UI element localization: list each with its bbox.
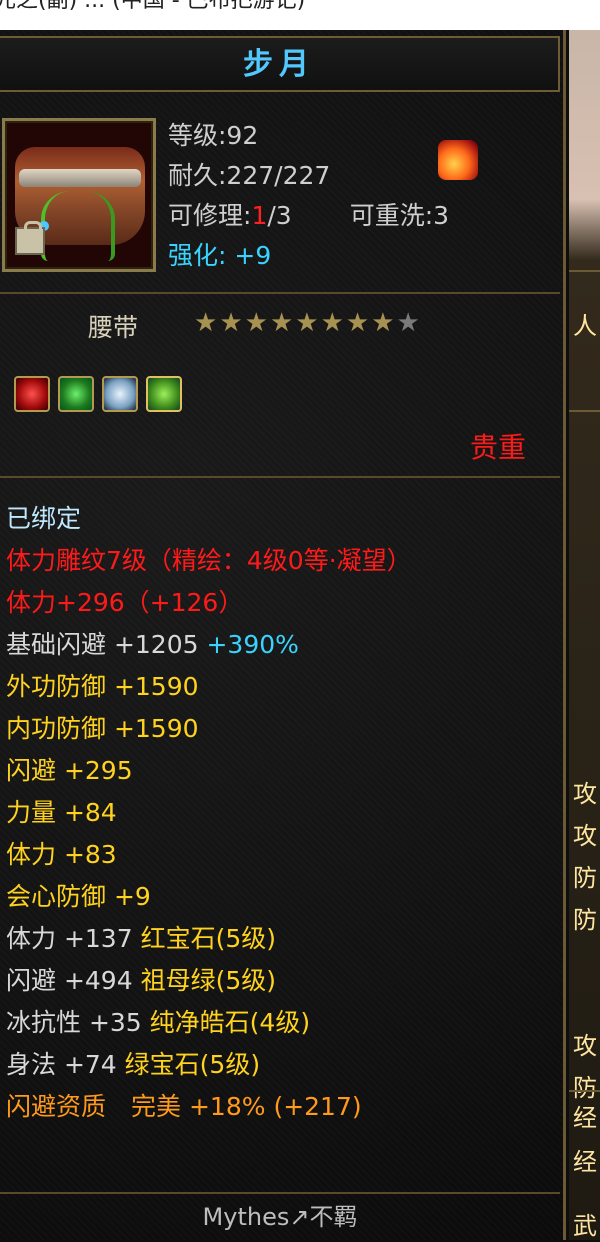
side-fragment: 防	[573, 864, 597, 892]
belt-band	[19, 169, 141, 187]
star-icon: ★	[345, 308, 372, 338]
side-fragment: 攻	[573, 1032, 597, 1060]
divider	[569, 1090, 600, 1092]
side-fragment: 攻	[573, 822, 597, 850]
flame-badge-icon[interactable]	[438, 140, 478, 180]
star-rating: ★★★★★★★★★	[194, 308, 422, 338]
item-info: 等级:92 耐久:227/227 可修理:1/3 可重洗:3 强化: +9	[168, 116, 449, 276]
star-icon: ★	[194, 308, 220, 338]
red-gem-icon[interactable]	[14, 376, 50, 412]
rewash-label: 可重洗:3	[349, 201, 450, 230]
enhance-value: +9	[234, 241, 272, 270]
star-empty-icon: ★	[396, 308, 422, 338]
side-fragment: 武	[573, 1212, 597, 1240]
stat-list: 已绑定 体力雕纹7级（精绘：4级0等·凝望） 体力+296（+126） 基础闪避…	[0, 476, 560, 1178]
gem-stat-line: 身法 +74 绿宝石(5级)	[6, 1050, 261, 1079]
gem-stat-line: 体力 +137 红宝石(5级)	[6, 924, 276, 953]
repair-label: 可修理:	[168, 201, 252, 230]
stat-line: 外功防御 +1590	[6, 672, 199, 701]
divider	[569, 410, 600, 412]
side-fragment: 经	[573, 1104, 597, 1132]
player-signature: Mythes↗不羁	[202, 1203, 358, 1231]
repair-total: /3	[267, 201, 292, 230]
bound-status: 已绑定	[6, 504, 82, 533]
item-quality: 贵重	[469, 431, 526, 464]
side-fragment: 人	[573, 312, 597, 340]
window-title-text: 元之(副) ... (中国 - 巴布把游记)	[0, 0, 306, 13]
item-enhance-row: 强化: +9	[168, 236, 449, 276]
item-name: 步月	[243, 47, 315, 82]
stat-line: 基础闪避 +1205 +390%	[6, 630, 299, 659]
stat-line: 体力雕纹7级（精绘：4级0等·凝望）	[6, 546, 412, 575]
white-gem-icon[interactable]	[102, 376, 139, 412]
item-level: 等级:92	[168, 121, 259, 150]
green-gem-icon[interactable]	[58, 376, 95, 412]
tooltip-title-bar: 步月	[0, 36, 560, 92]
star-icon: ★	[269, 308, 296, 338]
gem-slots	[14, 376, 185, 412]
stat-line: 会心防御 +9	[6, 882, 151, 911]
star-icon: ★	[371, 308, 397, 338]
gem-stat-line: 闪避 +494 祖母绿(5级)	[6, 966, 276, 995]
side-fragment: 攻	[573, 780, 597, 808]
item-repair-row: 可修理:1/3 可重洗:3	[168, 196, 449, 236]
background-window-edge: 人 攻 攻 防 防 攻 防 经 经 武	[569, 30, 600, 1240]
enhance-label: 强化:	[168, 241, 235, 270]
side-fragment: 防	[573, 906, 597, 934]
stat-line: 闪避 +295	[6, 756, 133, 785]
tooltip-footer: Mythes↗不羁	[0, 1192, 560, 1242]
star-icon: ★	[219, 308, 245, 338]
item-icon-frame	[2, 118, 156, 272]
star-icon: ★	[295, 308, 321, 338]
item-type-row: 腰带 ★★★★★★★★★ 贵重	[0, 298, 560, 468]
stat-line: 力量 +84	[6, 798, 117, 827]
star-icon: ★	[320, 308, 346, 338]
stat-line: 体力+296（+126）	[6, 588, 244, 617]
item-durability: 耐久:227/227	[168, 161, 331, 190]
gem-stat-line: 冰抗性 +35 纯净皓石(4级)	[6, 1008, 311, 1037]
repair-current: 1	[251, 201, 268, 230]
belt-tie	[41, 191, 115, 261]
bound-lock-icon	[15, 221, 45, 255]
emerald-gem-icon[interactable]	[146, 376, 183, 412]
item-type: 腰带	[88, 313, 139, 342]
stat-line: 内功防御 +1590	[6, 714, 199, 743]
item-tooltip: 步月 等级:92 耐久:227/227 可修理:1/3 可重洗:3 强化: +9 …	[0, 30, 566, 1240]
divider	[569, 270, 600, 272]
stat-line: 体力 +83	[6, 840, 117, 869]
item-header: 等级:92 耐久:227/227 可修理:1/3 可重洗:3 强化: +9	[0, 96, 560, 294]
window-title-strip: 元之(副) ... (中国 - 巴布把游记)	[0, 0, 600, 30]
aptitude-line: 闪避资质 完美 +18% (+217)	[6, 1092, 362, 1121]
side-fragment: 经	[573, 1148, 597, 1176]
star-icon: ★	[244, 308, 270, 338]
